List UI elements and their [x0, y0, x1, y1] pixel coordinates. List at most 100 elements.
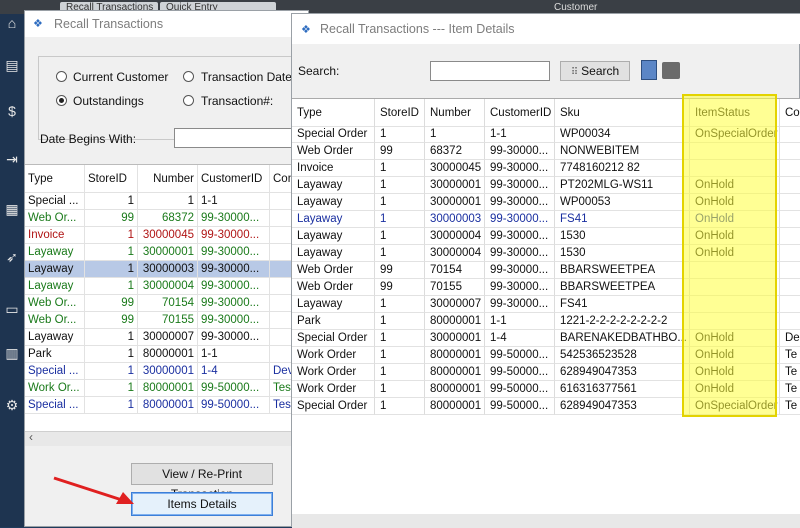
report-icon[interactable]: [641, 60, 657, 80]
table-cell-type[interactable]: Park: [292, 313, 375, 330]
table-cell-store[interactable]: 1: [375, 330, 425, 347]
column-header[interactable]: Co: [780, 99, 800, 127]
table-cell-store[interactable]: 1: [375, 296, 425, 313]
gear-icon[interactable]: ⚙: [3, 396, 21, 414]
table-cell-customer[interactable]: 99-50000...: [485, 381, 555, 398]
date-begins-input[interactable]: [174, 128, 304, 148]
rocket-icon[interactable]: ➶: [3, 248, 21, 266]
table-cell-store[interactable]: 1: [375, 126, 425, 143]
table-cell-store[interactable]: 99: [375, 262, 425, 279]
table-cell-co[interactable]: Te: [780, 398, 800, 415]
table-cell-co[interactable]: [780, 279, 800, 296]
table-cell-co[interactable]: [780, 143, 800, 160]
table-cell-sku[interactable]: 1530: [555, 245, 690, 262]
items-details-button[interactable]: Items Details: [131, 492, 273, 516]
table-cell-customer[interactable]: 99-30000...: [485, 245, 555, 262]
table-cell-co[interactable]: [780, 177, 800, 194]
table-cell-number[interactable]: 30000003: [425, 211, 485, 228]
column-header[interactable]: Type: [292, 99, 375, 127]
column-header[interactable]: Number: [425, 99, 485, 127]
table-cell-sku[interactable]: BARENAKEDBATHBO...: [555, 330, 690, 347]
register-icon[interactable]: ▤: [3, 56, 21, 74]
radio-transaction-number[interactable]: [183, 95, 194, 106]
table-cell-number[interactable]: 80000001: [425, 313, 485, 330]
table-cell-customer[interactable]: 99-30000...: [485, 279, 555, 296]
table-cell-store[interactable]: 1: [375, 160, 425, 177]
table-cell-store[interactable]: 1: [375, 364, 425, 381]
table-cell-customer[interactable]: 99-30000...: [485, 228, 555, 245]
table-cell-type[interactable]: Work Order: [292, 347, 375, 364]
table-cell-customer[interactable]: 99-30000...: [485, 177, 555, 194]
table-cell-store[interactable]: 1: [375, 347, 425, 364]
table-cell-store[interactable]: 1: [375, 177, 425, 194]
table-cell-sku[interactable]: PT202MLG-WS11: [555, 177, 690, 194]
table-row[interactable]: Park 1 80000001 1-1: [25, 346, 308, 363]
table-cell-number[interactable]: 80000001: [425, 398, 485, 415]
table-cell-co[interactable]: [780, 194, 800, 211]
table-row[interactable]: Web Or... 99 70154 99-30000...: [25, 295, 308, 312]
horizontal-scrollbar[interactable]: [292, 514, 800, 528]
table-cell-type[interactable]: Layaway: [292, 194, 375, 211]
table-cell-sku[interactable]: WP00053: [555, 194, 690, 211]
table-cell-type[interactable]: Special Order: [292, 126, 375, 143]
search-button[interactable]: ⠿ Search: [560, 61, 630, 81]
table-cell-customer[interactable]: 99-30000...: [485, 296, 555, 313]
table-cell-number[interactable]: 80000001: [425, 347, 485, 364]
printer-icon[interactable]: [662, 62, 680, 79]
table-cell-sku[interactable]: 628949047353: [555, 398, 690, 415]
table-cell-number[interactable]: 30000045: [425, 160, 485, 177]
table-row[interactable]: Layaway 1 30000004 99-30000...: [25, 278, 308, 295]
table-row[interactable]: Special ... 1 80000001 99-50000... Tes: [25, 397, 308, 414]
table-cell-co[interactable]: [780, 126, 800, 143]
table-row[interactable]: Invoice 1 30000045 99-30000...: [25, 227, 308, 244]
table-cell-customer[interactable]: 99-50000...: [485, 398, 555, 415]
document-icon[interactable]: ▥: [3, 344, 21, 362]
radio-current-customer[interactable]: [56, 71, 67, 82]
table-cell-co[interactable]: [780, 262, 800, 279]
table-cell-sku[interactable]: 616316377561: [555, 381, 690, 398]
table-cell-co[interactable]: [780, 313, 800, 330]
table-row[interactable]: Work Or... 1 80000001 99-50000... Tes: [25, 380, 308, 397]
table-row[interactable]: Layaway 1 30000007 99-30000...: [25, 329, 308, 346]
table-cell-type[interactable]: Special Order: [292, 330, 375, 347]
table-cell-customer[interactable]: 1-1: [485, 126, 555, 143]
table-cell-type[interactable]: Work Order: [292, 364, 375, 381]
table-cell-number[interactable]: 30000001: [425, 194, 485, 211]
table-cell-sku[interactable]: 1530: [555, 228, 690, 245]
scroll-left-icon[interactable]: ‹: [29, 430, 33, 444]
table-cell-customer[interactable]: 99-50000...: [485, 347, 555, 364]
table-cell-type[interactable]: Web Order: [292, 262, 375, 279]
table-cell-number[interactable]: 30000001: [425, 330, 485, 347]
table-cell-store[interactable]: 1: [375, 313, 425, 330]
search-input[interactable]: [430, 61, 550, 81]
table-cell-number[interactable]: 30000004: [425, 228, 485, 245]
table-cell-customer[interactable]: 99-30000...: [485, 143, 555, 160]
table-row[interactable]: Web Or... 99 68372 99-30000...: [25, 210, 308, 227]
table-cell-sku[interactable]: 1221-2-2-2-2-2-2-2-2: [555, 313, 690, 330]
radio-outstandings[interactable]: [56, 95, 67, 106]
table-cell-customer[interactable]: 1-1: [485, 313, 555, 330]
column-header[interactable]: StoreID: [375, 99, 425, 127]
table-cell-type[interactable]: Layaway: [292, 228, 375, 245]
table-cell-type[interactable]: Invoice: [292, 160, 375, 177]
column-header[interactable]: CustomerID: [485, 99, 555, 127]
horizontal-scrollbar[interactable]: ‹: [25, 430, 308, 446]
table-cell-co[interactable]: Te: [780, 347, 800, 364]
table-cell-number[interactable]: 30000007: [425, 296, 485, 313]
table-row[interactable]: Special ... 1 1 1-1: [25, 193, 308, 210]
table-cell-customer[interactable]: 1-4: [485, 330, 555, 347]
table-cell-sku[interactable]: FS41: [555, 296, 690, 313]
chat-icon[interactable]: ▭: [3, 300, 21, 318]
table-cell-customer[interactable]: 99-30000...: [485, 194, 555, 211]
table-cell-co[interactable]: [780, 160, 800, 177]
table-cell-customer[interactable]: 99-30000...: [485, 262, 555, 279]
exit-icon[interactable]: ⇥: [3, 150, 21, 168]
table-cell-type[interactable]: Layaway: [292, 177, 375, 194]
table-cell-sku[interactable]: 542536523528: [555, 347, 690, 364]
table-cell-number[interactable]: 80000001: [425, 364, 485, 381]
table-cell-sku[interactable]: WP00034: [555, 126, 690, 143]
table-cell-number[interactable]: 80000001: [425, 381, 485, 398]
table-cell-type[interactable]: Layaway: [292, 245, 375, 262]
column-header[interactable]: Sku: [555, 99, 690, 127]
table-cell-sku[interactable]: BBARSWEETPEA: [555, 262, 690, 279]
